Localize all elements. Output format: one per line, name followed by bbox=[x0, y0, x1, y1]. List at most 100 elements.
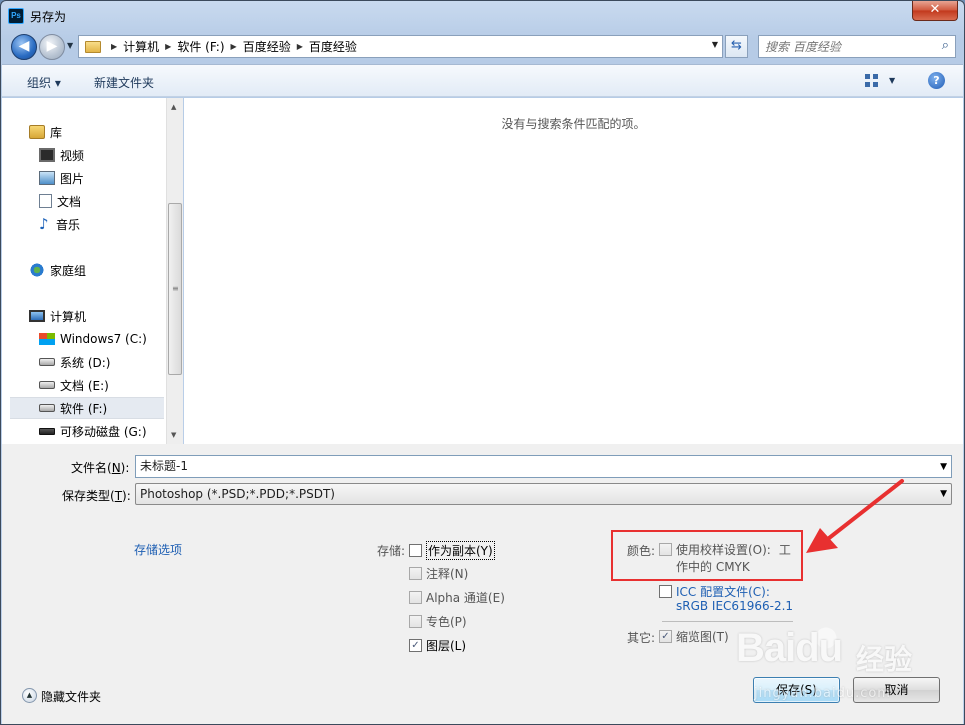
chevron-down-icon[interactable]: ▼ bbox=[940, 484, 947, 504]
sidebar-item-drive-g[interactable]: 可移动磁盘 (G:) bbox=[39, 420, 164, 442]
save-options-link[interactable]: 存储选项 bbox=[134, 541, 182, 558]
recent-pages-dropdown-icon[interactable]: ▼ bbox=[67, 41, 73, 50]
as-copy-checkbox[interactable]: 作为副本(Y) bbox=[409, 541, 495, 560]
scroll-up-icon[interactable]: ▲ bbox=[171, 103, 176, 111]
sidebar-item-label: 音乐 bbox=[56, 217, 81, 232]
homegroup-icon bbox=[29, 263, 45, 277]
breadcrumb-folder[interactable]: 百度经验 bbox=[243, 38, 291, 55]
sidebar-item-computer[interactable]: 计算机 bbox=[29, 305, 164, 327]
sidebar-item-pictures[interactable]: 图片 bbox=[39, 167, 164, 189]
breadcrumb-drive[interactable]: 软件 (F:) bbox=[177, 38, 224, 55]
divider bbox=[662, 621, 793, 622]
sidebar-item-label: 系统 (D:) bbox=[60, 355, 111, 370]
new-folder-button[interactable]: 新建文件夹 bbox=[94, 74, 154, 91]
search-icon[interactable]: ⌕ bbox=[942, 38, 949, 53]
hide-folders-button[interactable]: 隐藏文件夹 bbox=[41, 688, 101, 705]
chevron-right-icon[interactable]: ▶ bbox=[231, 42, 237, 51]
sidebar-item-videos[interactable]: 视频 bbox=[39, 144, 164, 166]
sidebar-item-documents[interactable]: 文档 bbox=[39, 190, 164, 212]
sidebar-item-drive-c[interactable]: Windows7 (C:) bbox=[39, 328, 164, 350]
organize-button[interactable]: 组织 ▾ bbox=[27, 74, 61, 91]
search-input[interactable] bbox=[759, 36, 929, 57]
search-box[interactable]: ⌕ bbox=[758, 35, 956, 58]
alpha-channels-checkbox: Alpha 通道(E) bbox=[409, 589, 505, 606]
sidebar-item-library[interactable]: 库 bbox=[29, 121, 164, 143]
close-button[interactable]: ✕ bbox=[912, 1, 958, 21]
window-title: 另存为 bbox=[30, 10, 67, 24]
address-bar[interactable]: ▶ 计算机 ▶ 软件 (F:) ▶ 百度经验 ▶ 百度经验 ▼ bbox=[78, 35, 723, 58]
chevron-right-icon[interactable]: ▶ bbox=[111, 42, 117, 51]
sidebar-item-drive-f[interactable]: 软件 (F:) bbox=[10, 397, 164, 419]
video-icon bbox=[39, 148, 55, 162]
chevron-down-icon[interactable]: ▼ bbox=[889, 76, 895, 85]
checkbox-box[interactable] bbox=[409, 544, 422, 557]
cancel-button[interactable]: 取消 bbox=[853, 677, 940, 703]
sidebar-item-music[interactable]: ♪ 音乐 bbox=[39, 213, 164, 235]
thumbnail-checkbox: ✓ 缩览图(T) bbox=[659, 628, 729, 645]
drive-icon bbox=[39, 381, 55, 389]
notes-checkbox: 注释(N) bbox=[409, 565, 468, 582]
save-label: 存储: bbox=[377, 544, 406, 558]
chevron-down-icon[interactable]: ▼ bbox=[940, 457, 947, 478]
chevron-right-icon[interactable]: ▶ bbox=[165, 42, 171, 51]
icc-profile-checkbox[interactable]: ICC 配置文件(C): bbox=[659, 583, 770, 600]
annotation-highlight-box bbox=[611, 530, 803, 581]
navigation-bar: ◀ ▶ ▼ ▶ 计算机 ▶ 软件 (F:) ▶ 百度经验 ▶ 百度经验 ▼ ⇆ … bbox=[1, 31, 964, 63]
filename-value: 未标题-1 bbox=[140, 459, 188, 473]
grip-icon: ≡ bbox=[172, 284, 179, 293]
library-icon bbox=[29, 125, 45, 139]
checkbox-box bbox=[409, 567, 422, 580]
layers-checkbox[interactable]: ✓ 图层(L) bbox=[409, 637, 466, 654]
change-view-icon[interactable] bbox=[865, 74, 879, 88]
file-list[interactable]: 没有与搜索条件匹配的项。 bbox=[184, 98, 963, 444]
help-icon[interactable]: ? bbox=[928, 72, 945, 89]
scroll-down-icon[interactable]: ▼ bbox=[171, 431, 176, 439]
checkmark-icon[interactable]: ✓ bbox=[409, 639, 422, 652]
save-options-panel: 文件名(N): 未标题-1 ▼ 保存类型(T): Photoshop (*.PS… bbox=[2, 444, 963, 724]
breadcrumb-computer[interactable]: 计算机 bbox=[123, 38, 159, 55]
chevron-right-icon[interactable]: ▶ bbox=[297, 42, 303, 51]
document-icon bbox=[39, 194, 52, 208]
sidebar-item-homegroup[interactable]: 家庭组 bbox=[29, 259, 164, 281]
sidebar-item-label: Windows7 (C:) bbox=[60, 332, 147, 346]
command-bar: 组织 ▾ 新建文件夹 ▼ ? bbox=[2, 64, 963, 97]
empty-message: 没有与搜索条件匹配的项。 bbox=[501, 117, 646, 131]
sidebar-item-label: 库 bbox=[50, 125, 63, 140]
forward-button[interactable]: ▶ bbox=[39, 34, 65, 60]
save-as-dialog: Ps 另存为 ✕ ◀ ▶ ▼ ▶ 计算机 ▶ 软件 (F:) ▶ 百度经验 ▶ … bbox=[0, 0, 965, 725]
sidebar-item-label: 计算机 bbox=[50, 309, 87, 324]
breadcrumb-current[interactable]: 百度经验 bbox=[309, 38, 357, 55]
save-button[interactable]: 保存(S) bbox=[753, 677, 840, 703]
sidebar-item-label: 图片 bbox=[60, 171, 85, 186]
spot-colors-checkbox: 专色(P) bbox=[409, 613, 467, 630]
refresh-button[interactable]: ⇆ bbox=[725, 35, 748, 58]
photoshop-icon: Ps bbox=[8, 8, 24, 24]
navigation-pane: 库 视频 图片 文档 ♪ 音乐 家庭组 计算机 Windows7 (C:) 系统… bbox=[2, 98, 166, 444]
sidebar-item-label: 软件 (F:) bbox=[60, 401, 108, 416]
sidebar-item-label: 文档 bbox=[57, 194, 82, 209]
file-type-select[interactable]: Photoshop (*.PSD;*.PDD;*.PSDT) ▼ bbox=[135, 483, 952, 505]
scrollbar-thumb[interactable]: ≡ bbox=[168, 203, 182, 375]
sidebar-item-drive-d[interactable]: 系统 (D:) bbox=[39, 351, 164, 373]
drive-icon bbox=[39, 404, 55, 412]
checkmark-icon: ✓ bbox=[659, 630, 672, 643]
chevron-up-icon[interactable]: ▲ bbox=[22, 688, 37, 703]
picture-icon bbox=[39, 171, 55, 185]
navigation-pane-scrollbar[interactable]: ▲ ≡ ▼ bbox=[166, 98, 183, 444]
title-bar[interactable]: Ps 另存为 ✕ bbox=[1, 1, 964, 31]
music-icon: ♪ bbox=[39, 215, 49, 233]
filename-input[interactable]: 未标题-1 ▼ bbox=[135, 455, 952, 478]
chevron-down-icon[interactable]: ▼ bbox=[712, 40, 718, 49]
icc-profile-value: sRGB IEC61966-2.1 bbox=[676, 599, 794, 613]
drive-icon bbox=[39, 358, 55, 366]
sidebar-item-label: 视频 bbox=[60, 148, 85, 163]
checkbox-box[interactable] bbox=[659, 585, 672, 598]
back-button[interactable]: ◀ bbox=[11, 34, 37, 60]
file-type-label: 保存类型(T): bbox=[62, 489, 131, 503]
sidebar-item-drive-e[interactable]: 文档 (E:) bbox=[39, 374, 164, 396]
filename-label: 文件名(N): bbox=[71, 461, 130, 475]
file-type-value: Photoshop (*.PSD;*.PDD;*.PSDT) bbox=[140, 487, 335, 501]
sidebar-item-label: 可移动磁盘 (G:) bbox=[60, 424, 147, 439]
other-label: 其它: bbox=[627, 631, 656, 645]
checkbox-box bbox=[409, 615, 422, 628]
